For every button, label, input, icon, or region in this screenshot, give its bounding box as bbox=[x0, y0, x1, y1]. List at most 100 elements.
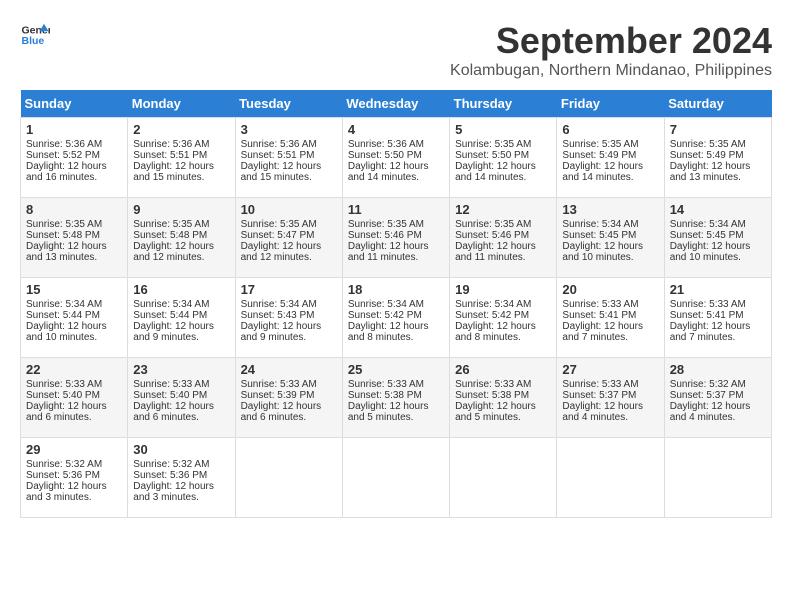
calendar-cell: 6 Sunrise: 5:35 AM Sunset: 5:49 PM Dayli… bbox=[557, 118, 664, 198]
sunset-text: Sunset: 5:38 PM bbox=[348, 390, 422, 401]
col-monday: Monday bbox=[128, 90, 235, 118]
day-number: 24 bbox=[241, 362, 337, 377]
sunset-text: Sunset: 5:47 PM bbox=[241, 230, 315, 241]
calendar-cell: 17 Sunrise: 5:34 AM Sunset: 5:43 PM Dayl… bbox=[235, 278, 342, 358]
daylight-text: Daylight: 12 hours and 7 minutes. bbox=[670, 321, 751, 343]
sunset-text: Sunset: 5:42 PM bbox=[348, 310, 422, 321]
calendar-cell: 15 Sunrise: 5:34 AM Sunset: 5:44 PM Dayl… bbox=[21, 278, 128, 358]
sunrise-text: Sunrise: 5:36 AM bbox=[133, 139, 209, 150]
sunrise-text: Sunrise: 5:36 AM bbox=[348, 139, 424, 150]
calendar-cell bbox=[664, 438, 771, 518]
logo-icon: General Blue bbox=[20, 20, 50, 50]
calendar-cell: 18 Sunrise: 5:34 AM Sunset: 5:42 PM Dayl… bbox=[342, 278, 449, 358]
sunrise-text: Sunrise: 5:32 AM bbox=[26, 459, 102, 470]
day-number: 14 bbox=[670, 202, 766, 217]
calendar-cell: 19 Sunrise: 5:34 AM Sunset: 5:42 PM Dayl… bbox=[450, 278, 557, 358]
daylight-text: Daylight: 12 hours and 14 minutes. bbox=[562, 161, 643, 183]
daylight-text: Daylight: 12 hours and 6 minutes. bbox=[26, 401, 107, 423]
sunrise-text: Sunrise: 5:34 AM bbox=[562, 219, 638, 230]
calendar-cell: 29 Sunrise: 5:32 AM Sunset: 5:36 PM Dayl… bbox=[21, 438, 128, 518]
day-number: 12 bbox=[455, 202, 551, 217]
day-number: 3 bbox=[241, 122, 337, 137]
day-number: 13 bbox=[562, 202, 658, 217]
day-number: 7 bbox=[670, 122, 766, 137]
sunrise-text: Sunrise: 5:34 AM bbox=[26, 299, 102, 310]
sunrise-text: Sunrise: 5:32 AM bbox=[133, 459, 209, 470]
sunset-text: Sunset: 5:37 PM bbox=[670, 390, 744, 401]
sunrise-text: Sunrise: 5:35 AM bbox=[670, 139, 746, 150]
day-number: 15 bbox=[26, 282, 122, 297]
calendar-cell: 12 Sunrise: 5:35 AM Sunset: 5:46 PM Dayl… bbox=[450, 198, 557, 278]
day-number: 8 bbox=[26, 202, 122, 217]
calendar-cell: 20 Sunrise: 5:33 AM Sunset: 5:41 PM Dayl… bbox=[557, 278, 664, 358]
sunset-text: Sunset: 5:46 PM bbox=[455, 230, 529, 241]
daylight-text: Daylight: 12 hours and 15 minutes. bbox=[241, 161, 322, 183]
daylight-text: Daylight: 12 hours and 13 minutes. bbox=[26, 241, 107, 263]
sunset-text: Sunset: 5:50 PM bbox=[455, 150, 529, 161]
sunrise-text: Sunrise: 5:33 AM bbox=[133, 379, 209, 390]
calendar-cell: 26 Sunrise: 5:33 AM Sunset: 5:38 PM Dayl… bbox=[450, 358, 557, 438]
sunrise-text: Sunrise: 5:34 AM bbox=[455, 299, 531, 310]
sunrise-text: Sunrise: 5:32 AM bbox=[670, 379, 746, 390]
daylight-text: Daylight: 12 hours and 12 minutes. bbox=[241, 241, 322, 263]
header-row: Sunday Monday Tuesday Wednesday Thursday… bbox=[21, 90, 772, 118]
calendar-week-row: 22 Sunrise: 5:33 AM Sunset: 5:40 PM Dayl… bbox=[21, 358, 772, 438]
sunset-text: Sunset: 5:44 PM bbox=[133, 310, 207, 321]
calendar-week-row: 15 Sunrise: 5:34 AM Sunset: 5:44 PM Dayl… bbox=[21, 278, 772, 358]
sunset-text: Sunset: 5:46 PM bbox=[348, 230, 422, 241]
day-number: 22 bbox=[26, 362, 122, 377]
col-saturday: Saturday bbox=[664, 90, 771, 118]
calendar-cell: 5 Sunrise: 5:35 AM Sunset: 5:50 PM Dayli… bbox=[450, 118, 557, 198]
col-wednesday: Wednesday bbox=[342, 90, 449, 118]
sunrise-text: Sunrise: 5:33 AM bbox=[455, 379, 531, 390]
sunrise-text: Sunrise: 5:35 AM bbox=[241, 219, 317, 230]
calendar-cell: 3 Sunrise: 5:36 AM Sunset: 5:51 PM Dayli… bbox=[235, 118, 342, 198]
sunrise-text: Sunrise: 5:35 AM bbox=[133, 219, 209, 230]
sunrise-text: Sunrise: 5:35 AM bbox=[455, 219, 531, 230]
sunrise-text: Sunrise: 5:36 AM bbox=[241, 139, 317, 150]
col-thursday: Thursday bbox=[450, 90, 557, 118]
daylight-text: Daylight: 12 hours and 3 minutes. bbox=[133, 481, 214, 503]
calendar-cell: 13 Sunrise: 5:34 AM Sunset: 5:45 PM Dayl… bbox=[557, 198, 664, 278]
calendar-cell: 21 Sunrise: 5:33 AM Sunset: 5:41 PM Dayl… bbox=[664, 278, 771, 358]
title-section: September 2024 Kolambugan, Northern Mind… bbox=[450, 20, 772, 80]
daylight-text: Daylight: 12 hours and 5 minutes. bbox=[455, 401, 536, 423]
sunrise-text: Sunrise: 5:34 AM bbox=[133, 299, 209, 310]
sunrise-text: Sunrise: 5:33 AM bbox=[348, 379, 424, 390]
svg-text:Blue: Blue bbox=[22, 35, 45, 47]
calendar-cell: 11 Sunrise: 5:35 AM Sunset: 5:46 PM Dayl… bbox=[342, 198, 449, 278]
sunrise-text: Sunrise: 5:35 AM bbox=[455, 139, 531, 150]
day-number: 2 bbox=[133, 122, 229, 137]
sunset-text: Sunset: 5:48 PM bbox=[133, 230, 207, 241]
location-subtitle: Kolambugan, Northern Mindanao, Philippin… bbox=[450, 62, 772, 80]
daylight-text: Daylight: 12 hours and 3 minutes. bbox=[26, 481, 107, 503]
day-number: 5 bbox=[455, 122, 551, 137]
calendar-cell: 9 Sunrise: 5:35 AM Sunset: 5:48 PM Dayli… bbox=[128, 198, 235, 278]
sunset-text: Sunset: 5:41 PM bbox=[670, 310, 744, 321]
sunrise-text: Sunrise: 5:34 AM bbox=[241, 299, 317, 310]
daylight-text: Daylight: 12 hours and 8 minutes. bbox=[348, 321, 429, 343]
calendar-week-row: 8 Sunrise: 5:35 AM Sunset: 5:48 PM Dayli… bbox=[21, 198, 772, 278]
col-tuesday: Tuesday bbox=[235, 90, 342, 118]
calendar-cell: 14 Sunrise: 5:34 AM Sunset: 5:45 PM Dayl… bbox=[664, 198, 771, 278]
daylight-text: Daylight: 12 hours and 10 minutes. bbox=[26, 321, 107, 343]
sunset-text: Sunset: 5:51 PM bbox=[133, 150, 207, 161]
sunrise-text: Sunrise: 5:35 AM bbox=[348, 219, 424, 230]
daylight-text: Daylight: 12 hours and 8 minutes. bbox=[455, 321, 536, 343]
daylight-text: Daylight: 12 hours and 5 minutes. bbox=[348, 401, 429, 423]
sunset-text: Sunset: 5:36 PM bbox=[26, 470, 100, 481]
day-number: 20 bbox=[562, 282, 658, 297]
sunset-text: Sunset: 5:48 PM bbox=[26, 230, 100, 241]
sunrise-text: Sunrise: 5:33 AM bbox=[26, 379, 102, 390]
daylight-text: Daylight: 12 hours and 10 minutes. bbox=[562, 241, 643, 263]
sunset-text: Sunset: 5:49 PM bbox=[670, 150, 744, 161]
daylight-text: Daylight: 12 hours and 12 minutes. bbox=[133, 241, 214, 263]
daylight-text: Daylight: 12 hours and 11 minutes. bbox=[455, 241, 536, 263]
calendar-cell bbox=[557, 438, 664, 518]
calendar-cell: 30 Sunrise: 5:32 AM Sunset: 5:36 PM Dayl… bbox=[128, 438, 235, 518]
daylight-text: Daylight: 12 hours and 6 minutes. bbox=[133, 401, 214, 423]
daylight-text: Daylight: 12 hours and 10 minutes. bbox=[670, 241, 751, 263]
daylight-text: Daylight: 12 hours and 9 minutes. bbox=[241, 321, 322, 343]
day-number: 9 bbox=[133, 202, 229, 217]
sunrise-text: Sunrise: 5:34 AM bbox=[670, 219, 746, 230]
